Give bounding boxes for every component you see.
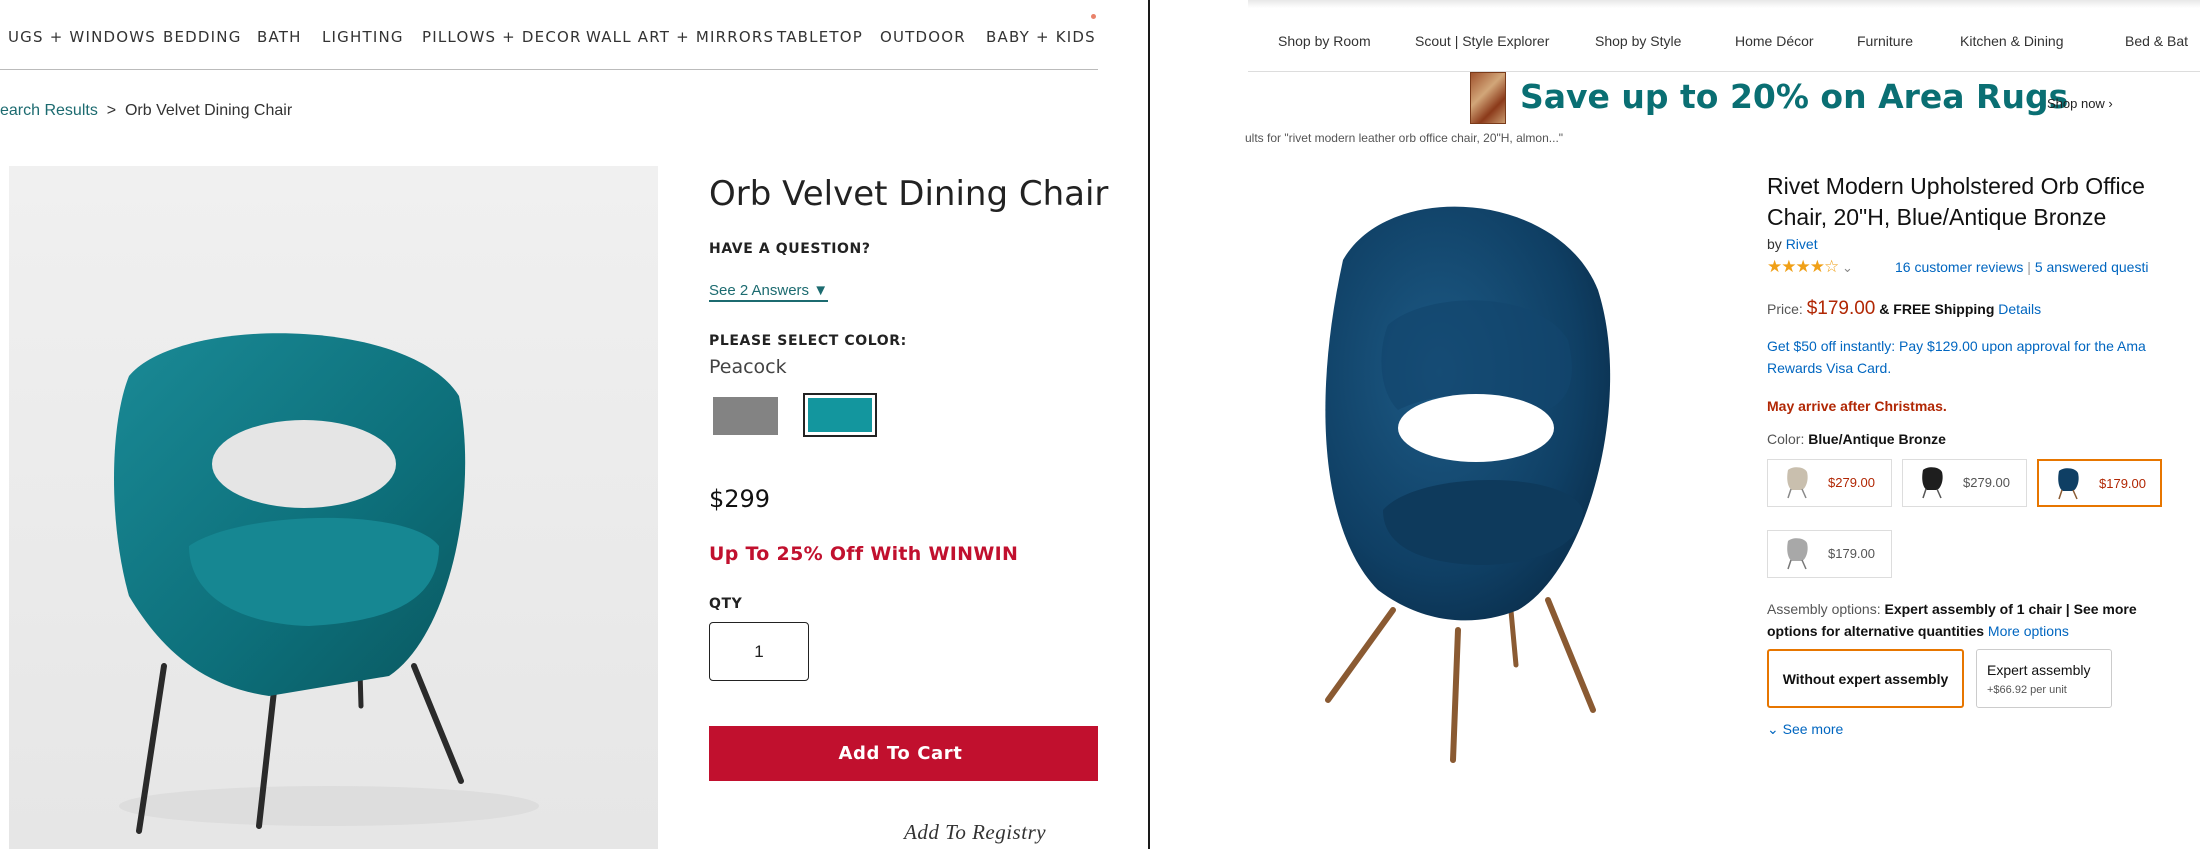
delivery-warning: May arrive after Christmas. (1767, 398, 1947, 414)
color-swatch-gray[interactable] (713, 397, 778, 435)
expert-assembly-price: +$66.92 per unit (1987, 684, 2101, 696)
nav-home-decor[interactable]: Home Décor (1735, 33, 1814, 49)
option-price: $179.00 (1828, 546, 1875, 561)
customer-reviews-link[interactable]: 16 customer reviews (1895, 259, 2023, 275)
question-label: HAVE A QUESTION? (709, 241, 871, 257)
star-icons: ★★★★☆ (1767, 257, 1839, 276)
nav-scout-style-explorer[interactable]: Scout | Style Explorer (1415, 33, 1549, 49)
color-option-black[interactable]: $279.00 (1902, 459, 2027, 507)
nav-kitchen-dining[interactable]: Kitchen & Dining (1960, 33, 2064, 49)
blue-chair-illustration (1325, 206, 1611, 763)
nav-divider (0, 69, 1098, 70)
expert-price-unit: per unit (2030, 683, 2067, 696)
peacock-swatch-fill (808, 398, 872, 432)
nav-item-wall-art-mirrors[interactable]: WALL ART + MIRRORS (586, 28, 774, 46)
add-to-registry-link[interactable]: Add To Registry (904, 820, 1046, 845)
nav-item-rugs-windows[interactable]: UGS + WINDOWS (8, 28, 156, 46)
search-bar-edge (1248, 0, 2200, 8)
add-to-cart-button[interactable]: Add To Cart (709, 726, 1098, 781)
review-links: 16 customer reviews | 5 answered questi (1895, 259, 2148, 275)
nav-item-bath[interactable]: BATH (257, 28, 302, 46)
product-title: Orb Velvet Dining Chair (709, 174, 1109, 214)
nav-item-baby-kids[interactable]: BABY + KIDS (986, 28, 1096, 46)
color-swatch-peacock[interactable] (803, 393, 877, 437)
color-option-blue[interactable]: $179.00 (2037, 459, 2162, 507)
nav-item-pillows-decor[interactable]: PILLOWS + DECOR (422, 28, 582, 46)
visa-card-offer-link[interactable]: Get $50 off instantly: Pay $129.00 upon … (1767, 335, 2187, 379)
selected-color-value: Blue/Antique Bronze (1808, 431, 1946, 447)
product-price: $299 (709, 485, 771, 513)
nav-shop-by-room[interactable]: Shop by Room (1278, 33, 1371, 49)
nav-divider (1248, 71, 2200, 72)
product-price: $179.00 (1806, 298, 1876, 319)
nav-item-tabletop[interactable]: TABLETOP (777, 28, 863, 46)
without-assembly-button[interactable]: Without expert assembly (1767, 649, 1964, 708)
more-options-link[interactable]: More options (1988, 623, 2069, 639)
shipping-prefix: & (1879, 301, 1890, 317)
brand-link[interactable]: Rivet (1786, 236, 1818, 252)
expert-assembly-button[interactable]: Expert assembly +$66.92 per unit (1976, 649, 2112, 708)
see-more-link[interactable]: ⌄ See more (1767, 721, 1843, 738)
qty-input[interactable] (709, 622, 809, 681)
nav-item-bedding[interactable]: BEDDING (163, 28, 242, 46)
right-store-pane: Shop by Room Scout | Style Explorer Shop… (1150, 0, 2200, 849)
color-label: Color: (1767, 431, 1805, 447)
breadcrumb-separator: > (106, 102, 117, 119)
option-price: $279.00 (1963, 475, 2010, 490)
teal-chair-illustration (114, 333, 539, 834)
shipping-details-link[interactable]: Details (1998, 301, 2041, 317)
rating-chevron-icon[interactable]: ⌄ (1842, 260, 1853, 275)
beige-chair-thumb (1787, 467, 1808, 499)
option-price: $279.00 (1828, 475, 1875, 490)
option-price: $179.00 (2099, 476, 2146, 491)
see-answers-link[interactable]: See 2 Answers ▼ (709, 282, 829, 302)
nav-bed-bath[interactable]: Bed & Bat (2125, 33, 2188, 49)
color-option-gray[interactable]: $179.00 (1767, 530, 1892, 578)
qty-label: QTY (709, 596, 743, 612)
gray-chair-thumb (1787, 538, 1808, 570)
product-title: Rivet Modern Upholstered Orb Office Chai… (1767, 173, 2145, 230)
color-option-beige[interactable]: $279.00 (1767, 459, 1892, 507)
black-chair-thumb (1922, 467, 1943, 499)
breadcrumb: earch Results > Orb Velvet Dining Chair (0, 102, 292, 120)
expert-assembly-title: Expert assembly (1987, 661, 2091, 678)
nav-item-lighting[interactable]: LIGHTING (322, 28, 404, 46)
nav-item-outdoor[interactable]: OUTDOOR (880, 28, 966, 46)
banner-shop-now-link[interactable]: Shop now › (2047, 96, 2113, 111)
review-separator: | (2027, 259, 2031, 275)
assembly-label: Assembly options: (1767, 601, 1881, 617)
answered-questions-link[interactable]: 5 answered questi (2035, 259, 2149, 275)
free-shipping-label: FREE Shipping (1893, 301, 1995, 317)
notification-dot (1091, 14, 1096, 19)
blue-chair-thumb (2058, 468, 2079, 500)
by-prefix: by (1767, 236, 1782, 252)
color-label: PLEASE SELECT COLOR: (709, 333, 907, 349)
rug-banner-image[interactable] (1470, 72, 1506, 124)
left-store-pane: UGS + WINDOWS BEDDING BATH LIGHTING PILL… (0, 0, 1148, 849)
nav-shop-by-style[interactable]: Shop by Style (1595, 33, 1681, 49)
star-rating[interactable]: ★★★★☆ ⌄ (1767, 257, 1853, 277)
price-line: Price: $179.00 & FREE Shipping Details (1767, 298, 2041, 320)
rug-sale-banner[interactable]: Save up to 20% on Area Rugs (1520, 77, 2068, 116)
selected-color-value: Peacock (709, 356, 787, 378)
color-line: Color: Blue/Antique Bronze (1767, 431, 1946, 447)
price-label: Price: (1767, 301, 1803, 317)
nav-furniture[interactable]: Furniture (1857, 33, 1913, 49)
breadcrumb-current: Orb Velvet Dining Chair (124, 102, 293, 119)
product-image[interactable] (9, 166, 658, 849)
add-to-cart-label: Add To Cart (838, 743, 963, 764)
promo-text: Up To 25% Off With WINWIN (709, 543, 1019, 565)
expert-price-value: +$66.92 (1987, 683, 2028, 696)
breadcrumb-search-results[interactable]: earch Results (0, 102, 98, 119)
back-to-results-link[interactable]: ults for "rivet modern leather orb offic… (1245, 131, 1563, 145)
assembly-options-text: Assembly options: Expert assembly of 1 c… (1767, 598, 2187, 642)
brand-line: by Rivet (1767, 236, 1818, 252)
